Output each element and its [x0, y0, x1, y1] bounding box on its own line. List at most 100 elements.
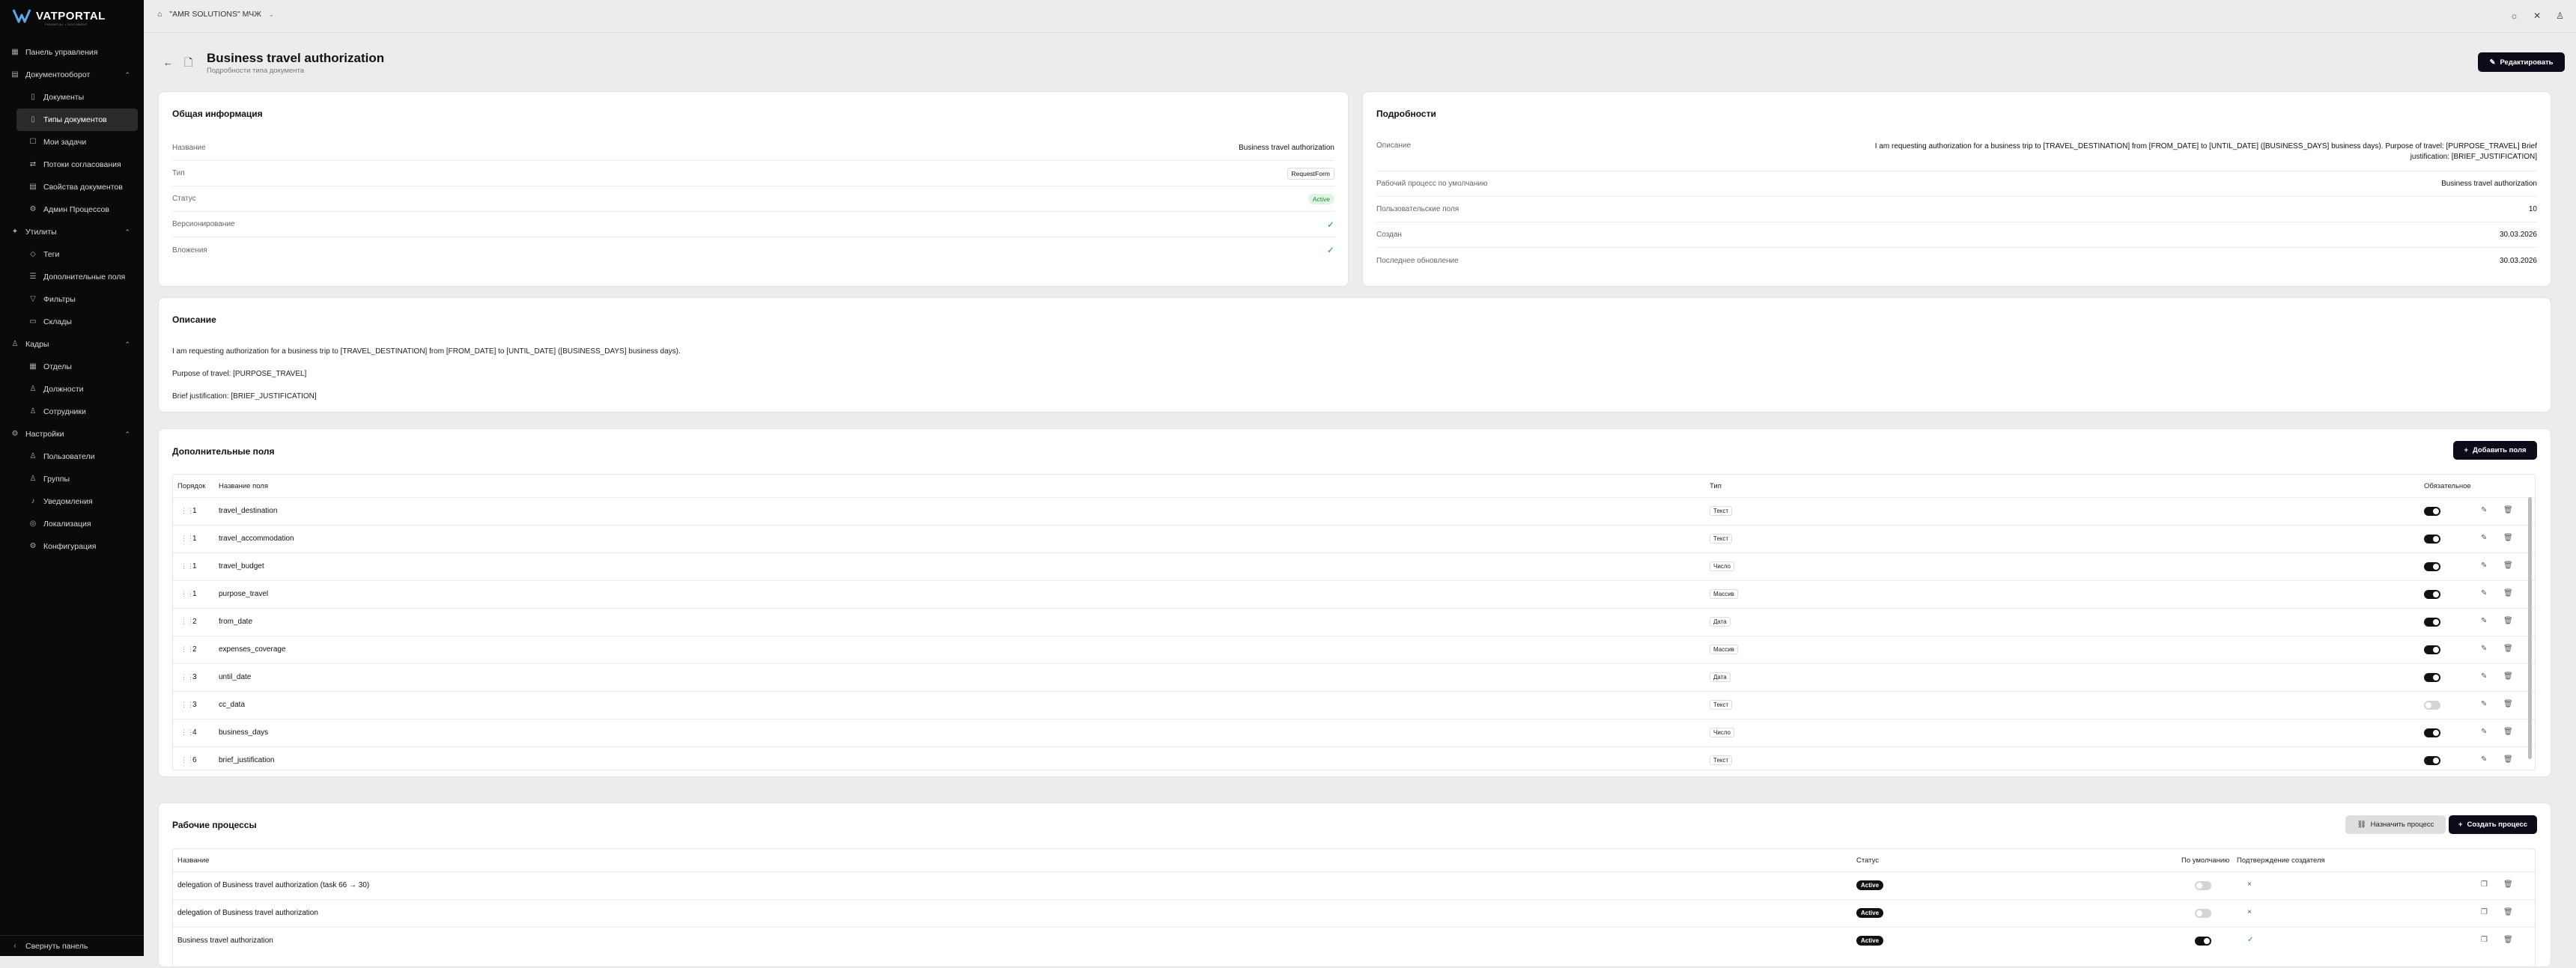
table-row[interactable]: ⋮⋮ 3 cc_data Текст ✎ 🗑: [173, 691, 2535, 719]
sidebar-item-warehouse[interactable]: ▭ Склады: [0, 311, 144, 333]
required-toggle[interactable]: [2424, 673, 2440, 682]
trash-icon[interactable]: 🗑: [2503, 908, 2513, 916]
edit-icon[interactable]: ✎: [2481, 561, 2487, 570]
table-row[interactable]: delegation of Business travel authorizat…: [173, 899, 2535, 927]
general-info-title: Общая информация: [172, 109, 263, 119]
required-toggle[interactable]: [2424, 507, 2440, 516]
users-icon: ♙: [29, 452, 37, 460]
trash-icon[interactable]: 🗑: [2503, 645, 2513, 653]
required-toggle[interactable]: [2424, 590, 2440, 599]
required-toggle[interactable]: [2424, 756, 2440, 765]
details-card: Подробности Описание I am requesting aut…: [1362, 91, 2551, 287]
sidebar-item-locale[interactable]: ◎ Локализация: [0, 513, 144, 535]
sidebar-item-flow[interactable]: ⇄ Потоки согласования: [0, 153, 144, 176]
sidebar-item-dept[interactable]: ▦ Отделы: [0, 356, 144, 378]
info-row-status: Статус Active: [172, 186, 1334, 212]
sidebar-item-props[interactable]: ▤ Свойства документов: [0, 176, 144, 198]
field-type-tag: Массив: [1710, 589, 1738, 599]
required-toggle[interactable]: [2424, 728, 2440, 737]
table-scrollbar[interactable]: [2528, 497, 2532, 759]
trash-icon[interactable]: 🗑: [2503, 506, 2513, 514]
sidebar-item-bell[interactable]: ♪ Уведомления: [0, 490, 144, 513]
edit-icon[interactable]: ✎: [2481, 645, 2487, 653]
table-row[interactable]: ⋮⋮ 6 brief_justification Текст ✎ 🗑: [173, 746, 2535, 774]
edit-icon[interactable]: ✎: [2481, 672, 2487, 681]
default-toggle[interactable]: [2195, 937, 2211, 946]
topbar: ⌂ "AMR SOLUTIONS" МЧЖ ⌄ ☼ ✕ ♙: [144, 0, 2576, 33]
required-toggle[interactable]: [2424, 701, 2440, 710]
required-toggle[interactable]: [2424, 645, 2440, 654]
sidebar-item-task[interactable]: ☐ Мои задачи: [0, 131, 144, 153]
sidebar-item-staff[interactable]: ♙ Сотрудники: [0, 401, 144, 423]
sidebar-item-people[interactable]: ♙ Кадры ⌃: [0, 333, 144, 356]
back-arrow-icon[interactable]: ←: [163, 57, 173, 68]
fields-icon: ☰: [29, 273, 37, 281]
sidebar-item-filter[interactable]: ▽ Фильтры: [0, 288, 144, 311]
edit-icon[interactable]: ✎: [2481, 589, 2487, 597]
sidebar-item-tag[interactable]: ◇ Теги: [0, 243, 144, 266]
sidebar-item-file[interactable]: ▯ Документы: [0, 86, 144, 109]
edit-icon[interactable]: ✎: [2481, 728, 2487, 736]
add-field-button[interactable]: + Добавить поля: [2453, 441, 2537, 460]
table-row[interactable]: ⋮⋮ 3 until_date Дата ✎ 🗑: [173, 663, 2535, 691]
table-row[interactable]: ⋮⋮ 4 business_days Число ✎ 🗑: [173, 719, 2535, 746]
sidebar-item-position[interactable]: ♙ Должности: [0, 378, 144, 401]
table-row[interactable]: ⋮⋮ 1 travel_accommodation Текст ✎ 🗑: [173, 525, 2535, 553]
edit-icon[interactable]: ✎: [2481, 506, 2487, 514]
sidebar-item-users[interactable]: ♙ Пользователи: [0, 445, 144, 468]
field-type-tag: Дата: [1710, 617, 1731, 627]
default-toggle[interactable]: [2195, 909, 2211, 918]
org-switcher[interactable]: ⌂ "AMR SOLUTIONS" МЧЖ ⌄: [157, 10, 274, 19]
required-toggle[interactable]: [2424, 562, 2440, 571]
copy-icon[interactable]: ❐: [2481, 880, 2488, 889]
edit-icon[interactable]: ✎: [2481, 534, 2487, 542]
copy-icon[interactable]: ❐: [2481, 936, 2488, 944]
sidebar-item-file-type[interactable]: ▯ Типы документов: [16, 109, 138, 131]
table-row[interactable]: ⋮⋮ 2 expenses_coverage Массив ✎ 🗑: [173, 636, 2535, 663]
create-workflow-button[interactable]: + Создать процесс: [2449, 815, 2537, 834]
table-row[interactable]: ⋮⋮ 1 travel_destination Текст ✎ 🗑: [173, 497, 2535, 525]
edit-icon[interactable]: ✎: [2481, 755, 2487, 764]
edit-icon[interactable]: ✎: [2481, 617, 2487, 625]
sidebar-item-doc[interactable]: ▤ Документооборот ⌃: [0, 64, 144, 86]
sidebar-item-config[interactable]: ⚙ Конфигурация: [0, 535, 144, 558]
trash-icon[interactable]: 🗑: [2503, 561, 2513, 570]
field-order: 3: [192, 701, 197, 709]
trash-icon[interactable]: 🗑: [2503, 700, 2513, 708]
trash-icon[interactable]: 🗑: [2503, 672, 2513, 681]
trash-icon[interactable]: 🗑: [2503, 880, 2513, 889]
language-icon[interactable]: ✕: [2533, 10, 2541, 21]
default-toggle[interactable]: [2195, 881, 2211, 890]
sidebar-item-admin[interactable]: ⚙ Админ Процессов: [0, 198, 144, 221]
trash-icon[interactable]: 🗑: [2503, 936, 2513, 944]
sidebar-item-groups[interactable]: ♙ Группы: [0, 468, 144, 490]
user-icon[interactable]: ♙: [2556, 10, 2564, 21]
collapse-sidebar-button[interactable]: ‹ Свернуть панель: [0, 935, 144, 956]
table-row[interactable]: delegation of Business travel authorizat…: [173, 871, 2535, 899]
create-workflow-label: Создать процесс: [2467, 821, 2528, 829]
trash-icon[interactable]: 🗑: [2503, 589, 2513, 597]
sidebar-item-settings[interactable]: ⚙ Настройки ⌃: [0, 423, 144, 445]
brand-logo[interactable]: VATPORTAL: [12, 7, 106, 24]
copy-icon[interactable]: ❐: [2481, 908, 2488, 916]
column-header-name: Название: [177, 856, 210, 865]
trash-icon[interactable]: 🗑: [2503, 617, 2513, 625]
field-order: 1: [192, 507, 197, 515]
trash-icon[interactable]: 🗑: [2503, 755, 2513, 764]
assign-workflow-button[interactable]: ⛓ Назначить процесс: [2345, 815, 2446, 834]
sidebar-item-tools[interactable]: ✦ Утилиты ⌃: [0, 221, 144, 243]
table-row[interactable]: ⋮⋮ 1 purpose_travel Массив ✎ 🗑: [173, 580, 2535, 608]
edit-button[interactable]: ✎ Редактировать: [2478, 52, 2565, 72]
table-row[interactable]: ⋮⋮ 1 travel_budget Число ✎ 🗑: [173, 553, 2535, 580]
sidebar-item-fields[interactable]: ☰ Дополнительные поля: [0, 266, 144, 288]
required-toggle[interactable]: [2424, 618, 2440, 627]
table-row[interactable]: ⋮⋮ 2 from_date Дата ✎ 🗑: [173, 608, 2535, 636]
details-label: Последнее обновление: [1376, 256, 1459, 265]
required-toggle[interactable]: [2424, 535, 2440, 544]
table-row[interactable]: Business travel authorization Active ✓ ❐ 🗑: [173, 927, 2535, 955]
sidebar-item-grid[interactable]: ▦ Панель управления: [0, 41, 144, 64]
edit-icon[interactable]: ✎: [2481, 700, 2487, 708]
theme-toggle-icon[interactable]: ☼: [2510, 10, 2518, 21]
trash-icon[interactable]: 🗑: [2503, 728, 2513, 736]
trash-icon[interactable]: 🗑: [2503, 534, 2513, 542]
